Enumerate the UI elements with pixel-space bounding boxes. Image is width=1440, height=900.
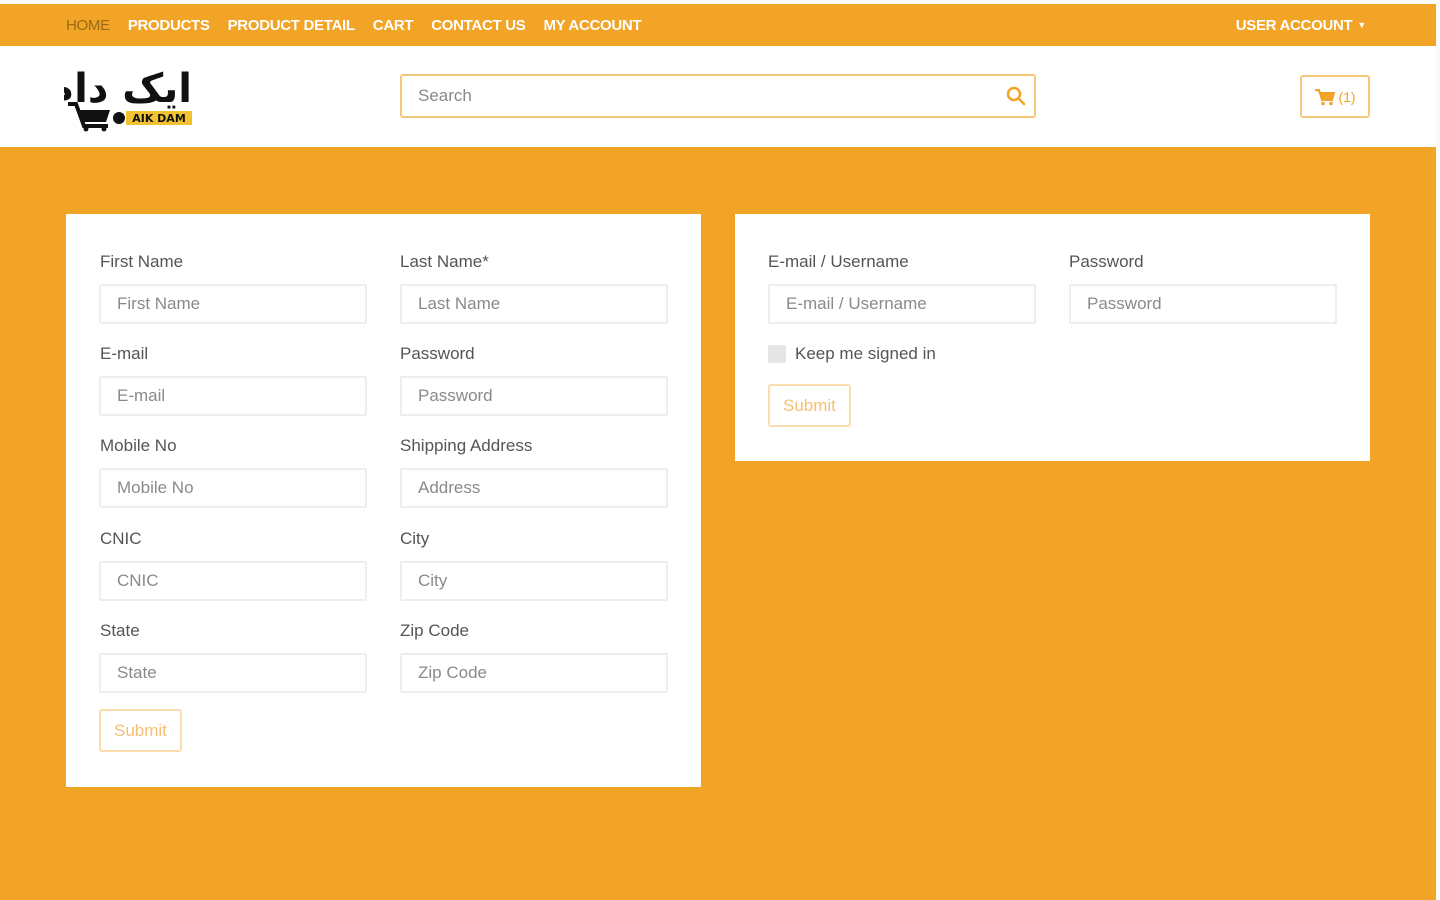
site-logo[interactable]: ایک دام AIK DAM — [45, 60, 196, 132]
zip-code-input[interactable] — [400, 653, 668, 693]
password-label: Password — [400, 344, 475, 363]
logo-urdu-text: ایک دام — [64, 66, 192, 112]
login-password-label: Password — [1069, 252, 1144, 271]
shipping-address-label: Shipping Address — [400, 436, 533, 455]
zip-code-label: Zip Code — [400, 621, 469, 640]
logo-image: ایک دام AIK DAM — [45, 66, 192, 132]
cart-count: (1) — [1338, 88, 1356, 105]
user-account-dropdown[interactable]: USER ACCOUNT ▼ — [1235, 4, 1367, 46]
header: ایک دام AIK DAM (1) — [0, 46, 1436, 147]
search-icon[interactable] — [1006, 86, 1026, 106]
city-label: City — [400, 529, 430, 548]
email-label: E-mail — [100, 344, 149, 363]
login-password-input[interactable] — [1069, 284, 1337, 324]
keep-signed-in-checkbox[interactable] — [768, 345, 786, 363]
caret-down-icon: ▼ — [1357, 20, 1366, 30]
mobile-input[interactable] — [99, 468, 367, 508]
email-input[interactable] — [99, 376, 367, 416]
cart-icon — [1315, 88, 1336, 105]
nav-links: HOME PRODUCTS PRODUCT DETAIL CART CONTAC… — [66, 4, 659, 46]
right-edge — [1436, 0, 1440, 900]
shipping-address-input[interactable] — [400, 468, 668, 508]
register-submit-button[interactable]: Submit — [99, 709, 182, 752]
register-form-card: First Name Last Name* E-mail Password Mo… — [66, 214, 701, 787]
logo-english-text: AIK DAM — [132, 112, 186, 125]
nav-link-contact-us[interactable]: CONTACT US — [431, 17, 526, 34]
last-name-label: Last Name* — [400, 252, 489, 271]
cart-button[interactable]: (1) — [1300, 75, 1370, 118]
password-input[interactable] — [400, 376, 668, 416]
first-name-label: First Name — [100, 252, 184, 271]
first-name-input[interactable] — [99, 284, 367, 324]
cnic-label: CNIC — [100, 529, 142, 548]
user-account-label: USER ACCOUNT — [1235, 16, 1353, 34]
username-input[interactable] — [768, 284, 1036, 324]
search-box — [400, 74, 1036, 118]
username-label: E-mail / Username — [768, 252, 909, 271]
cnic-input[interactable] — [99, 561, 367, 601]
state-label: State — [100, 621, 140, 640]
nav-link-cart[interactable]: CART — [373, 17, 414, 34]
city-input[interactable] — [400, 561, 668, 601]
last-name-input[interactable] — [400, 284, 668, 324]
keep-signed-in-label: Keep me signed in — [795, 344, 936, 363]
search-input[interactable] — [402, 76, 992, 116]
state-input[interactable] — [99, 653, 367, 693]
mobile-label: Mobile No — [100, 436, 177, 455]
nav-link-home[interactable]: HOME — [66, 17, 110, 34]
nav-link-products[interactable]: PRODUCTS — [128, 17, 210, 34]
login-form-card: E-mail / Username Password Keep me signe… — [735, 214, 1370, 461]
nav-link-product-detail[interactable]: PRODUCT DETAIL — [228, 17, 355, 34]
top-nav-bar: HOME PRODUCTS PRODUCT DETAIL CART CONTAC… — [0, 4, 1436, 46]
nav-link-my-account[interactable]: MY ACCOUNT — [543, 17, 641, 34]
login-submit-button[interactable]: Submit — [768, 384, 851, 427]
